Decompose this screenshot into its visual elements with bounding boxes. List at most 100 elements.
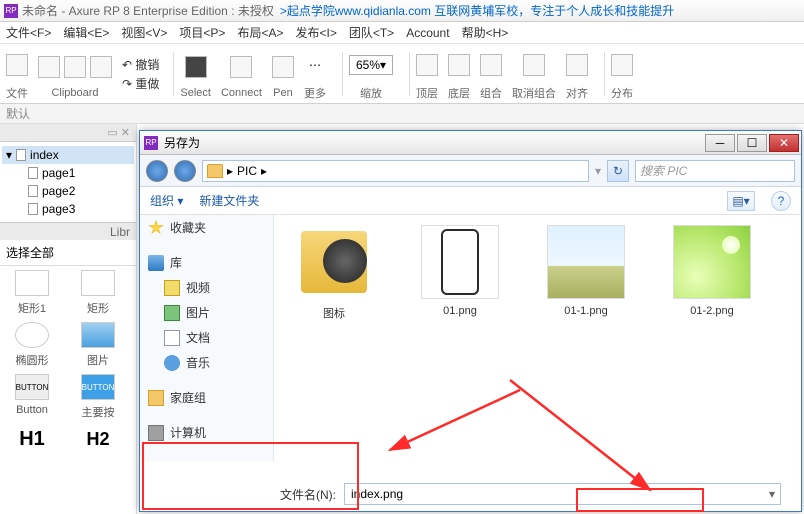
homegroup-icon (148, 390, 164, 406)
shape-rect[interactable]: 矩形 (68, 270, 128, 316)
page-page2[interactable]: page2 (24, 182, 134, 200)
style-default[interactable]: 默认 (6, 105, 30, 122)
copy-icon[interactable] (64, 56, 86, 78)
align-icon[interactable] (566, 54, 588, 76)
minimize-button[interactable]: ─ (705, 134, 735, 152)
promo-text: >起点学院www.qidianla.com 互联网黄埔军校，专注于个人成长和技能… (280, 2, 674, 19)
sidebar-libraries[interactable]: 库 (140, 250, 273, 275)
page-index[interactable]: ▾ index (2, 146, 134, 164)
folder-icon (207, 164, 223, 178)
paste-icon[interactable] (90, 56, 112, 78)
dialog-title-bar[interactable]: RP 另存为 ─ ☐ ✕ (140, 131, 801, 155)
menu-account[interactable]: Account (406, 26, 449, 40)
menu-layout[interactable]: 布局<A> (237, 24, 283, 41)
search-input[interactable]: 搜索 PIC (635, 160, 795, 182)
sidebar-pictures[interactable]: 图片 (156, 300, 273, 325)
menu-file[interactable]: 文件<F> (6, 24, 51, 41)
page-icon (28, 185, 38, 197)
app-title: 未命名 - Axure RP 8 Enterprise Edition : 未授… (22, 2, 274, 19)
new-folder-button[interactable]: 新建文件夹 (199, 192, 259, 209)
collapse-icon[interactable]: ▾ (6, 148, 12, 162)
page-index-label: index (30, 148, 59, 162)
nav-forward-button[interactable] (174, 160, 196, 182)
shape-h2[interactable]: H2 (68, 426, 128, 452)
shape-h1[interactable]: H1 (2, 426, 62, 452)
library-icon (148, 255, 164, 271)
refresh-button[interactable]: ↻ (607, 160, 629, 182)
menu-team[interactable]: 团队<T> (349, 24, 394, 41)
pages-panel-header: ▭ ✕ (0, 124, 136, 142)
music-icon (164, 355, 180, 371)
select-tool-icon[interactable] (185, 56, 207, 78)
close-button[interactable]: ✕ (769, 134, 799, 152)
library-select-all[interactable]: 选择全部 (0, 240, 136, 266)
sidebar-documents[interactable]: 文档 (156, 325, 273, 350)
toolbar-file-group: 文件 (6, 47, 28, 101)
shape-primary[interactable]: BUTTON主要按 (68, 374, 128, 420)
menu-publish[interactable]: 发布<I> (295, 24, 336, 41)
menu-view[interactable]: 视图<V> (121, 24, 167, 41)
app-logo: RP (4, 4, 18, 18)
shape-ellipse[interactable]: 椭圆形 (2, 322, 62, 368)
chevron-down-icon: ▾ (380, 58, 386, 72)
chevron-down-icon[interactable]: ▾ (769, 487, 775, 501)
shape-image[interactable]: 图片 (68, 322, 128, 368)
redo-button[interactable]: ↷ 重做 (122, 75, 159, 92)
top-label: 顶层 (416, 85, 438, 101)
file-item-folder[interactable]: 图标 (286, 225, 382, 321)
undo-button[interactable]: ↶ 撤销 (122, 56, 159, 73)
organize-menu[interactable]: 组织 ▾ (150, 192, 183, 209)
page-icon (16, 149, 26, 161)
group-icon[interactable] (480, 54, 502, 76)
menu-edit[interactable]: 编辑<E> (63, 24, 109, 41)
bottom-label: 底层 (448, 85, 470, 101)
file-item-01-2[interactable]: 01-2.png (664, 225, 760, 317)
computer-icon (148, 425, 164, 441)
sidebar-favorites[interactable]: 收藏夹 (140, 215, 273, 240)
top-layer-icon[interactable] (416, 54, 438, 76)
distribute-icon[interactable] (611, 54, 633, 76)
sidebar-computer[interactable]: 计算机 (140, 420, 273, 445)
sidebar-homegroup[interactable]: 家庭组 (140, 385, 273, 410)
folder-thumbnail (295, 225, 373, 299)
toolbar-file-label: 文件 (6, 85, 28, 101)
view-mode-button[interactable]: ▤▾ (727, 191, 755, 211)
shapes-palette: 矩形1 矩形 椭圆形 图片 BUTTONButton BUTTON主要按 H1 … (0, 266, 136, 456)
sub-toolbar: 默认 (0, 104, 804, 124)
filename-input[interactable] (344, 483, 781, 505)
bottom-layer-icon[interactable] (448, 54, 470, 76)
ungroup-icon[interactable] (523, 54, 545, 76)
zoom-input[interactable]: 65% ▾ (349, 55, 393, 75)
file-thumbnail (547, 225, 625, 299)
dialog-bottom: 文件名(N): ▾ (140, 483, 801, 511)
page-page1[interactable]: page1 (24, 164, 134, 182)
address-bar[interactable]: ▸ PIC ▸ (202, 160, 589, 182)
nav-back-button[interactable] (146, 160, 168, 182)
menu-bar: 文件<F> 编辑<E> 视图<V> 项目<P> 布局<A> 发布<I> 团队<T… (0, 22, 804, 44)
pen-tool-icon[interactable] (272, 56, 294, 78)
menu-project[interactable]: 项目<P> (179, 24, 225, 41)
file-item-01[interactable]: 01.png (412, 225, 508, 317)
toolbar-clipboard-label: Clipboard (51, 87, 98, 99)
new-file-icon[interactable] (6, 54, 28, 76)
cut-icon[interactable] (38, 56, 60, 78)
left-panel: ▭ ✕ ▾ index page1 page2 page3 Libr 选择全部 … (0, 124, 137, 514)
file-item-01-1[interactable]: 01-1.png (538, 225, 634, 317)
connect-label: Connect (221, 87, 262, 99)
app-title-bar: RP 未命名 - Axure RP 8 Enterprise Edition :… (0, 0, 804, 22)
file-list[interactable]: 图标 01.png 01-1.png 01-2.png (274, 215, 801, 461)
page-page3[interactable]: page3 (24, 200, 134, 218)
shape-button[interactable]: BUTTONButton (2, 374, 62, 420)
more-tools-icon[interactable]: ⋯ (309, 58, 321, 72)
picture-icon (164, 305, 180, 321)
connect-tool-icon[interactable] (230, 56, 252, 78)
path-segment[interactable]: PIC (237, 164, 257, 178)
sidebar-videos[interactable]: 视频 (156, 275, 273, 300)
page-icon (28, 167, 38, 179)
help-button[interactable]: ? (771, 191, 791, 211)
shape-rect1[interactable]: 矩形1 (2, 270, 62, 316)
group-label: 组合 (480, 85, 502, 101)
sidebar-music[interactable]: 音乐 (156, 350, 273, 375)
maximize-button[interactable]: ☐ (737, 134, 767, 152)
menu-help[interactable]: 帮助<H> (462, 24, 509, 41)
